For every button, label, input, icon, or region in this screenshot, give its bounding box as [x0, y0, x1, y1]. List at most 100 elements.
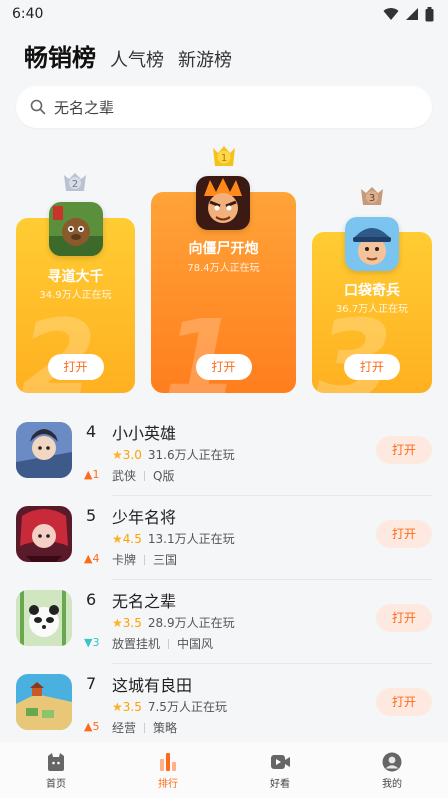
game-tags: 武侠 Q版 [112, 467, 174, 484]
tab-popular[interactable]: 人气榜 [110, 46, 164, 72]
tab-new-games[interactable]: 新游榜 [178, 46, 232, 72]
list-item[interactable]: 6 ▼3 无名之辈 ★3.5 28.9万人正在玩 放置挂机 中国风 打开 [0, 580, 448, 664]
game-icon-zombie-cannon[interactable] [196, 176, 250, 230]
game-meta: ★3.5 28.9万人正在玩 [112, 614, 235, 631]
list-item[interactable]: 5 ▲4 少年名将 ★4.5 13.1万人正在玩 卡牌 三国 打开 [0, 496, 448, 580]
wifi-icon [383, 8, 399, 20]
nav-watch[interactable]: 好看 [250, 752, 310, 790]
game-tags: 经营 策略 [112, 719, 177, 736]
game-meta: ★3.5 7.5万人正在玩 [112, 698, 227, 715]
rank-chart-icon [160, 753, 176, 771]
game-icon-xiaoxiao-hero[interactable] [16, 422, 72, 478]
nav-rank[interactable]: 排行 [138, 752, 198, 790]
rank-number: 5 [86, 506, 97, 525]
players-count: 28.9万人正在玩 [147, 616, 235, 630]
star-icon: ★ [112, 699, 123, 714]
rating: ★3.0 [112, 447, 142, 462]
open-button[interactable]: 打开 [344, 354, 400, 380]
list-item[interactable]: 7 ▲5 这城有良田 ★3.5 7.5万人正在玩 经营 策略 打开 [0, 664, 448, 748]
rank-3-badge-icon: 3 [361, 187, 383, 205]
podium-game-name: 向僵尸开炮 [188, 241, 259, 257]
open-button[interactable]: 打开 [47, 354, 104, 380]
game-title: 小小英雄 [112, 424, 177, 443]
open-button[interactable]: 打开 [376, 688, 432, 716]
game-tags: 放置挂机 中国风 [112, 635, 213, 652]
tag: 三国 [153, 553, 178, 567]
tag-divider [144, 722, 146, 733]
tag: 经营 [112, 721, 137, 735]
podium-players: 78.4万人正在玩 [187, 263, 260, 274]
podium-game-name: 口袋奇兵 [344, 283, 400, 299]
tag-divider [144, 554, 146, 565]
open-button[interactable]: 打开 [376, 604, 432, 632]
rating: ★3.5 [112, 615, 142, 630]
tag-divider [144, 470, 146, 481]
players-count: 13.1万人正在玩 [147, 532, 235, 546]
nav-label: 好看 [270, 779, 290, 790]
tab-bestseller[interactable]: 畅销榜 [24, 38, 96, 73]
battery-icon [425, 6, 434, 21]
svg-text:2: 2 [72, 179, 78, 190]
bottom-nav: 首页 排行 好看 我的 [0, 742, 448, 798]
game-title: 这城有良田 [112, 676, 193, 695]
tag: 武侠 [112, 469, 137, 483]
game-tags: 卡牌 三国 [112, 551, 177, 568]
star-icon: ★ [112, 615, 123, 630]
list-item[interactable]: 4 ▲1 小小英雄 ★3.0 31.6万人正在玩 武侠 Q版 打开 [0, 412, 448, 496]
search-query: 无名之辈 [54, 98, 115, 117]
players-count: 7.5万人正在玩 [147, 700, 227, 714]
tag: 放置挂机 [112, 637, 161, 651]
rank-number: 7 [86, 674, 97, 693]
search-bar[interactable]: 无名之辈 [16, 86, 432, 128]
rank-1-badge-icon: 1 [213, 146, 235, 166]
game-title: 少年名将 [112, 508, 177, 527]
status-icons [383, 6, 434, 22]
open-button[interactable]: 打开 [376, 436, 432, 464]
tag: 卡牌 [112, 553, 137, 567]
tag: 中国风 [177, 637, 214, 651]
podium-players: 36.7万人正在玩 [335, 304, 409, 315]
nav-mine[interactable]: 我的 [362, 752, 422, 790]
open-button[interactable]: 打开 [195, 354, 252, 380]
nav-label: 首页 [46, 779, 66, 790]
rank-change: ▲4 [84, 552, 100, 565]
home-icon [48, 753, 64, 771]
rating: ★3.5 [112, 699, 142, 714]
nav-label: 排行 [158, 779, 178, 790]
players-count: 31.6万人正在玩 [147, 448, 235, 462]
podium-game-name: 寻道大千 [47, 269, 104, 285]
star-icon: ★ [112, 447, 123, 462]
rating: ★4.5 [112, 531, 142, 546]
star-icon: ★ [112, 531, 123, 546]
game-title: 无名之辈 [112, 592, 177, 611]
rank-change: ▲1 [84, 468, 100, 481]
rank-number: 4 [86, 422, 97, 441]
status-time: 6:40 [12, 6, 44, 22]
avatar-icon [382, 752, 402, 772]
signal-icon [406, 8, 418, 20]
open-button[interactable]: 打开 [376, 520, 432, 548]
rank-number: 6 [86, 590, 97, 609]
svg-text:1: 1 [221, 153, 227, 164]
tag-divider [168, 638, 170, 649]
svg-text:3: 3 [369, 193, 375, 204]
podium-players: 34.9万人正在玩 [39, 290, 112, 301]
tag: Q版 [153, 469, 175, 483]
game-icon-pocket-army[interactable] [345, 217, 399, 271]
nav-home[interactable]: 首页 [26, 752, 86, 790]
chart-tabs: 畅销榜 人气榜 新游榜 [24, 38, 232, 73]
game-icon-zhecheng-liangtian[interactable] [16, 674, 72, 730]
game-icon-shaonian-mingjiang[interactable] [16, 506, 72, 562]
search-icon [30, 99, 46, 115]
status-bar: 6:40 [0, 0, 448, 28]
tag: 策略 [153, 721, 178, 735]
game-icon-xundao[interactable] [49, 202, 103, 256]
rank-change: ▼3 [84, 636, 100, 649]
rank-change: ▲5 [84, 720, 100, 733]
game-meta: ★4.5 13.1万人正在玩 [112, 530, 235, 547]
game-icon-wuming-zhibei[interactable] [16, 590, 72, 646]
rank-2-badge-icon: 2 [64, 173, 86, 191]
video-icon [271, 755, 290, 769]
game-meta: ★3.0 31.6万人正在玩 [112, 446, 235, 463]
nav-label: 我的 [382, 779, 402, 790]
